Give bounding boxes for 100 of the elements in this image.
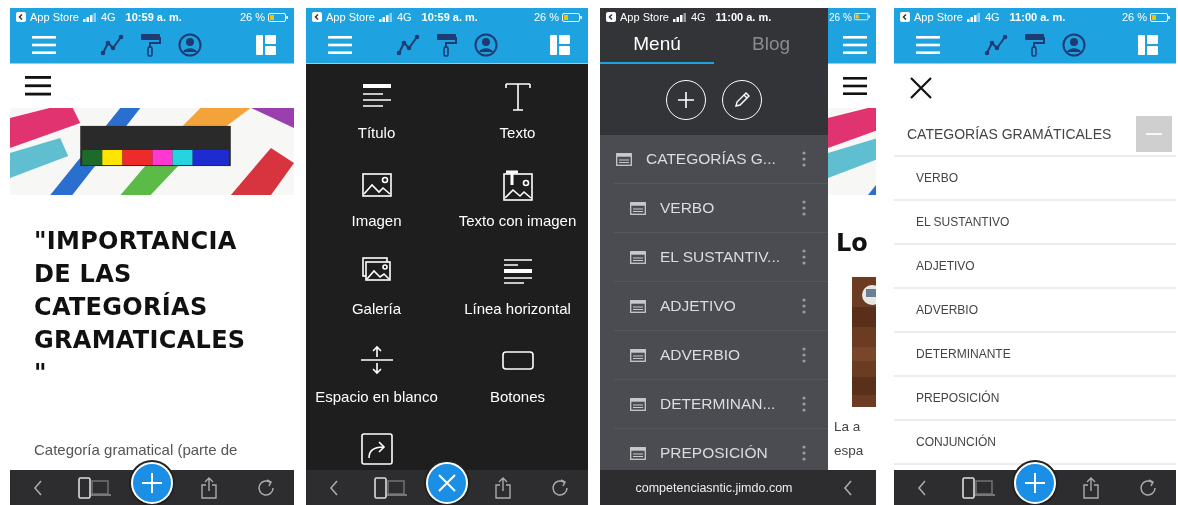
network-label: 4G: [100, 11, 116, 23]
insert-option[interactable]: Botones: [447, 338, 588, 426]
tab[interactable]: Blog: [714, 26, 828, 64]
more-icon[interactable]: [802, 445, 806, 461]
share-icon[interactable]: [199, 476, 218, 499]
network-label: 4G: [396, 11, 412, 23]
back-icon[interactable]: [32, 478, 45, 497]
back-icon[interactable]: [16, 12, 26, 22]
page-label: DETERMINAN...: [660, 395, 777, 413]
close-icon[interactable]: [910, 77, 932, 99]
page-label: EL SUSTANTIV...: [660, 248, 782, 266]
page-icon: [616, 152, 632, 166]
back-icon[interactable]: [842, 478, 854, 497]
line-chart-icon[interactable]: [100, 33, 124, 56]
page-heading: Lo: [836, 229, 869, 257]
submenu-item[interactable]: ADJETIVO: [894, 245, 1176, 289]
user-icon[interactable]: [474, 32, 498, 57]
page-icon: [630, 446, 646, 460]
plus-icon: [1024, 472, 1046, 494]
page-icon: [630, 201, 646, 215]
devices-icon[interactable]: [78, 476, 113, 499]
tab[interactable]: Menú: [600, 26, 714, 64]
network-label: 4G: [984, 11, 1000, 23]
menu-icon[interactable]: [25, 76, 51, 96]
clock-time: 11:00 a. m.: [1009, 11, 1066, 23]
paint-roller-icon[interactable]: [436, 32, 458, 57]
submenu-item[interactable]: PREPOSICIÓN: [894, 377, 1176, 421]
refresh-icon[interactable]: [549, 477, 570, 498]
more-icon[interactable]: [802, 298, 806, 314]
battery-percent: 26 %: [533, 11, 559, 23]
insert-option[interactable]: Línea horizontal: [447, 250, 588, 338]
more-icon[interactable]: [802, 151, 806, 167]
insert-option[interactable]: Título: [306, 74, 447, 162]
menu-icon[interactable]: [843, 77, 867, 95]
share-icon[interactable]: [494, 476, 513, 499]
insert-option[interactable]: Texto: [447, 74, 588, 162]
close-button[interactable]: [426, 462, 468, 504]
insert-option[interactable]: Imagen: [306, 162, 447, 250]
paint-roller-icon[interactable]: [140, 32, 162, 57]
layout-icon[interactable]: [550, 34, 570, 55]
more-icon[interactable]: [802, 347, 806, 363]
page-label: ADJETIVO: [660, 297, 737, 315]
submenu-item[interactable]: ADVERBIO: [894, 289, 1176, 333]
add-button[interactable]: [1014, 462, 1056, 504]
share-icon[interactable]: [1082, 476, 1101, 499]
refresh-icon[interactable]: [1137, 477, 1158, 498]
back-icon[interactable]: [606, 12, 616, 22]
more-icon[interactable]: [802, 249, 806, 265]
refresh-icon[interactable]: [255, 477, 276, 498]
back-icon[interactable]: [916, 478, 929, 497]
body-text: espa: [834, 442, 865, 460]
submenu-item[interactable]: DETERMINANTE: [894, 333, 1176, 377]
devices-icon[interactable]: [961, 476, 996, 499]
insert-option[interactable]: Espacio en blanco: [306, 338, 447, 426]
battery-icon: [853, 13, 870, 21]
page-icon: [630, 299, 646, 313]
signal-icon: [966, 12, 981, 22]
line-chart-icon[interactable]: [396, 33, 420, 56]
line-chart-icon[interactable]: [984, 33, 1008, 56]
paint-roller-icon[interactable]: [1024, 32, 1046, 57]
battery-percent: 26 %: [829, 11, 852, 23]
back-icon[interactable]: [900, 12, 910, 22]
user-icon[interactable]: [178, 32, 202, 57]
minus-icon: [1146, 132, 1162, 135]
user-icon[interactable]: [1062, 32, 1086, 57]
battery-percent: 26 %: [1121, 11, 1147, 23]
category-title[interactable]: CATEGORÍAS GRAMÁTICALES: [907, 125, 1136, 142]
network-label: 4G: [690, 11, 706, 23]
battery-icon: [1150, 12, 1170, 22]
submenu-item[interactable]: EL SUSTANTIVO: [894, 201, 1176, 245]
back-icon[interactable]: [328, 478, 341, 497]
body-text: La a: [834, 418, 862, 436]
signal-icon: [672, 12, 687, 22]
clock-time: 10:59 a. m.: [125, 11, 182, 23]
back-icon[interactable]: [312, 12, 322, 22]
page-icon: [630, 250, 646, 264]
add-button[interactable]: [131, 462, 173, 504]
signal-icon: [378, 12, 393, 22]
page-icon: [630, 348, 646, 362]
layout-icon[interactable]: [1138, 34, 1158, 55]
page-item[interactable]: VERBO: [614, 184, 828, 233]
more-icon[interactable]: [802, 396, 806, 412]
page-label: VERBO: [660, 199, 716, 217]
clock-time: 10:59 a. m.: [421, 11, 478, 23]
more-icon[interactable]: [802, 200, 806, 216]
signal-icon: [82, 12, 97, 22]
insert-option[interactable]: Galería: [306, 250, 447, 338]
layout-icon[interactable]: [256, 34, 276, 55]
page-icon: [630, 397, 646, 411]
page-item[interactable]: ADJETIVO: [614, 282, 828, 331]
submenu-item[interactable]: VERBO: [894, 157, 1176, 201]
back-app-label[interactable]: App Store: [620, 11, 669, 23]
page-item[interactable]: ADVERBIO: [614, 331, 828, 380]
devices-icon[interactable]: [373, 476, 408, 499]
page-label: ADVERBIO: [660, 346, 742, 364]
page-item[interactable]: EL SUSTANTIV...: [614, 233, 828, 282]
insert-option[interactable]: Texto con imagen: [447, 162, 588, 250]
page-item[interactable]: DETERMINAN...: [614, 380, 828, 429]
page-label: CATEGORÍAS G...: [646, 150, 777, 168]
page-heading: "IMPORTANCIA DE LAS CATEGORÍAS GRAMATICALES ": [34, 226, 247, 389]
